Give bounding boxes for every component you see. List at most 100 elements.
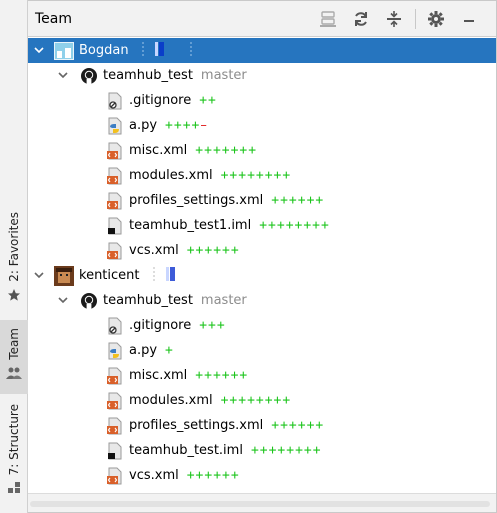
tab-favorites[interactable]: 2: Favorites — [0, 212, 28, 312]
file-node: teamhub_test1.iml ++++++++ — [106, 213, 330, 238]
avatar — [54, 41, 74, 61]
chevron-down-icon[interactable] — [56, 68, 70, 82]
file-name: vcs.xml — [129, 243, 179, 258]
user-row[interactable]: Bogdan — [28, 38, 496, 63]
file-name: .gitignore — [129, 318, 192, 333]
file-node: a.py + — [106, 338, 174, 363]
xml-file-icon — [106, 242, 124, 260]
tab-structure[interactable]: 7: Structure — [0, 404, 28, 504]
xml-file-icon — [106, 417, 124, 435]
user-node: Bogdan — [54, 38, 201, 63]
toolbar-divider — [415, 9, 416, 29]
added-lines: ++++++ — [186, 468, 240, 483]
file-node: modules.xml ++++++++ — [106, 388, 291, 413]
file-row[interactable]: modules.xml ++++++++ — [28, 388, 496, 413]
added-lines: ++ — [199, 93, 217, 108]
added-lines: +++++++ — [195, 143, 258, 158]
file-row[interactable]: teamhub_test.iml ++++++++ — [28, 438, 496, 463]
xml-file-icon — [106, 142, 124, 160]
file-node: .gitignore ++ — [106, 88, 217, 113]
file-row[interactable]: a.py ++++ – — [28, 113, 496, 138]
added-lines: ++++++++ — [220, 168, 292, 183]
avatar — [54, 265, 74, 286]
horizontal-scrollbar[interactable] — [28, 493, 496, 512]
server-icon[interactable] — [315, 6, 341, 32]
scrollbar-thumb[interactable] — [30, 501, 490, 507]
refresh-icon[interactable] — [348, 6, 374, 32]
file-row[interactable]: misc.xml +++++++ — [28, 138, 496, 163]
collapse-all-icon[interactable] — [381, 6, 407, 32]
file-node: a.py ++++ – — [106, 113, 207, 138]
repo-node: teamhub_test master — [80, 288, 247, 313]
file-node: teamhub_test.iml ++++++++ — [106, 438, 322, 463]
user-name: kenticent — [79, 268, 140, 283]
file-node: profiles_settings.xml ++++++ — [106, 413, 324, 438]
iml-file-icon — [106, 442, 124, 460]
file-row[interactable]: .gitignore +++ — [28, 313, 496, 338]
file-node: vcs.xml ++++++ — [106, 463, 240, 488]
chevron-down-icon[interactable] — [32, 268, 46, 282]
file-name: misc.xml — [129, 143, 188, 158]
gitignore-file-icon — [106, 92, 124, 110]
xml-file-icon — [106, 467, 124, 485]
file-name: vcs.xml — [129, 468, 179, 483]
chevron-down-icon[interactable] — [32, 43, 46, 57]
added-lines: + — [165, 343, 174, 358]
gitignore-file-icon — [106, 317, 124, 335]
branch-label: master — [200, 68, 247, 83]
panel-toolbar — [308, 1, 482, 37]
file-node: .gitignore +++ — [106, 313, 226, 338]
user-node: kenticent — [54, 263, 212, 288]
user-name: Bogdan — [79, 43, 129, 58]
added-lines: ++++ — [165, 118, 201, 133]
file-row[interactable]: modules.xml ++++++++ — [28, 163, 496, 188]
xml-file-icon — [106, 392, 124, 410]
file-name: misc.xml — [129, 368, 188, 383]
file-row[interactable]: vcs.xml ++++++ — [28, 238, 496, 263]
favorites-label: 2: Favorites — [7, 212, 21, 282]
activity-indicator — [141, 40, 201, 62]
file-row[interactable]: profiles_settings.xml ++++++ — [28, 188, 496, 213]
added-lines: ++++++ — [186, 243, 240, 258]
activity-indicator — [152, 265, 212, 287]
added-lines: ++++++++ — [250, 443, 322, 458]
repo-row[interactable]: teamhub_test master — [28, 288, 496, 313]
iml-file-icon — [106, 217, 124, 235]
minimize-icon[interactable] — [456, 6, 482, 32]
structure-icon — [7, 481, 21, 499]
file-name: a.py — [129, 118, 158, 133]
file-name: profiles_settings.xml — [129, 193, 264, 208]
added-lines: ++++++ — [271, 193, 325, 208]
file-row[interactable]: vcs.xml ++++++ — [28, 463, 496, 488]
python-file-icon — [106, 117, 124, 135]
file-node: modules.xml ++++++++ — [106, 163, 291, 188]
file-name: .gitignore — [129, 93, 192, 108]
repo-name: teamhub_test — [103, 293, 193, 308]
file-row[interactable]: profiles_settings.xml ++++++ — [28, 413, 496, 438]
added-lines: +++ — [199, 318, 226, 333]
added-lines: ++++++++ — [259, 218, 330, 233]
file-row[interactable]: a.py + — [28, 338, 496, 363]
file-row[interactable]: misc.xml ++++++ — [28, 363, 496, 388]
file-row[interactable]: .gitignore ++ — [28, 88, 496, 113]
added-lines: ++++++ — [271, 418, 325, 433]
chevron-down-icon[interactable] — [56, 293, 70, 307]
star-icon — [7, 288, 21, 306]
file-node: profiles_settings.xml ++++++ — [106, 188, 324, 213]
github-icon — [80, 292, 98, 310]
file-name: modules.xml — [129, 168, 213, 183]
file-name: modules.xml — [129, 393, 213, 408]
file-node: misc.xml ++++++ — [106, 363, 248, 388]
file-name: teamhub_test1.iml — [129, 218, 252, 233]
added-lines: ++++++++ — [220, 393, 292, 408]
tab-team[interactable]: Team — [0, 320, 28, 394]
team-label: Team — [7, 328, 21, 360]
xml-file-icon — [106, 192, 124, 210]
user-row[interactable]: kenticent — [28, 263, 496, 288]
file-row[interactable]: teamhub_test1.iml ++++++++ — [28, 213, 496, 238]
github-icon — [80, 67, 98, 85]
xml-file-icon — [106, 167, 124, 185]
repo-row[interactable]: teamhub_test master — [28, 63, 496, 88]
team-tree: Bogdan teamhub_test master .gitignore ++ a.py… — [28, 38, 496, 494]
gear-icon[interactable] — [423, 6, 449, 32]
